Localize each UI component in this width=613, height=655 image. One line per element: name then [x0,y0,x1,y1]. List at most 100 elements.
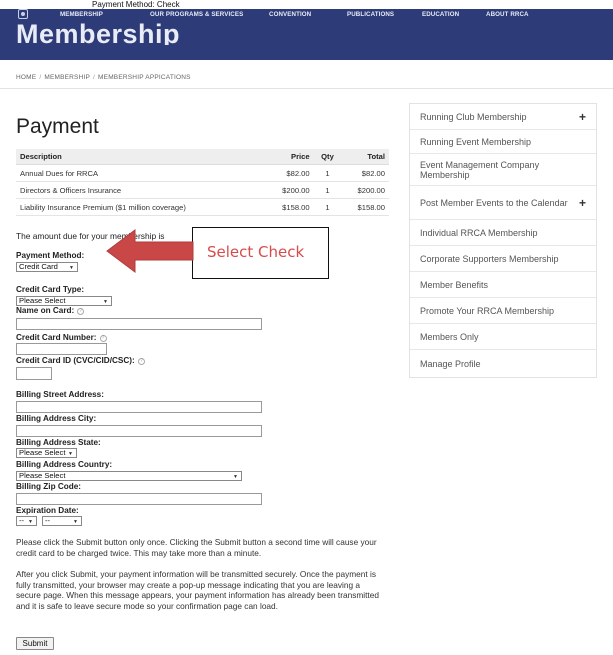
nav-about-rrca[interactable]: ABOUT RRCA [486,11,529,18]
card-id-label: Credit Card ID (CVC/CID/CSC):? [16,356,145,365]
chevron-down-icon: ▼ [103,299,108,305]
expiration-year-value: -- [45,516,51,525]
col-description: Description [16,149,266,165]
plus-icon[interactable]: + [579,110,586,124]
table-row: Directors & Officers Insurance $200.00 1… [16,181,389,199]
col-price: Price [266,149,314,165]
breadcrumb-current: MEMBERSHIP APPICATIONS [98,74,191,81]
billing-city-label: Billing Address City: [16,414,97,423]
card-number-text: Credit Card Number: [16,333,97,342]
payment-method-value: Credit Card [19,262,58,271]
table-header-row: Description Price Qty Total [16,149,389,165]
name-on-card-label: Name on Card:? [16,306,85,315]
sidebar-item-promote[interactable]: Promote Your RRCA Membership [410,298,596,324]
row-total: $158.00 [341,198,389,216]
main-nav: MEMBERSHIP OUR PROGRAMS & SERVICES CONVE… [0,9,613,21]
expiration-year-select[interactable]: -- ▼ [42,516,82,526]
banner-title: Membership [16,23,181,45]
row-description: Directors & Officers Insurance [16,181,266,199]
name-on-card-input[interactable] [16,318,262,330]
sidebar-item-label: Running Event Membership [420,136,532,147]
row-total: $82.00 [341,164,389,182]
card-id-text: Credit Card ID (CVC/CID/CSC): [16,356,135,365]
sidebar-item-individual[interactable]: Individual RRCA Membership [410,220,596,246]
billing-zip-input[interactable] [16,493,262,505]
chevron-down-icon: ▼ [233,474,238,480]
billing-state-select[interactable]: Please Select ▼ [16,448,77,458]
nav-convention[interactable]: CONVENTION [269,11,311,18]
sidebar-item-members-only[interactable]: Members Only [410,324,596,350]
breadcrumb-home[interactable]: HOME [16,74,36,81]
sidebar-item-member-benefits[interactable]: Member Benefits [410,272,596,298]
sidebar-item-label: Individual RRCA Membership [420,227,538,238]
chevron-down-icon: ▼ [68,451,73,457]
chevron-down-icon: ▼ [69,265,74,271]
payment-method-select[interactable]: Credit Card ▼ [16,262,78,272]
breadcrumb-membership[interactable]: MEMBERSHIP [44,74,90,81]
nav-education[interactable]: EDUCATION [422,11,459,18]
sidebar-item-label: Member Benefits [420,279,489,290]
row-qty: 1 [313,198,342,216]
sidebar-item-label: Corporate Supporters Membership [420,253,559,264]
row-qty: 1 [313,164,342,182]
nav-membership[interactable]: MEMBERSHIP [60,11,103,18]
submit-once-note: Please click the Submit button only once… [16,537,377,558]
plus-icon[interactable]: + [579,196,586,210]
breadcrumb-separator: / [39,74,42,81]
nav-programs-services[interactable]: OUR PROGRAMS & SERVICES [150,11,243,18]
membership-sidebar: Running Club Membership + Running Event … [409,103,597,378]
sidebar-item-label: Manage Profile [420,358,481,369]
table-row: Liability Insurance Premium ($1 million … [16,198,389,216]
expiration-date-label: Expiration Date: [16,506,79,515]
row-price: $200.00 [266,181,314,199]
submit-button[interactable]: Submit [16,637,54,650]
expiration-month-value: -- [19,516,25,525]
billing-city-input[interactable] [16,425,262,437]
billing-zip-label: Billing Zip Code: [16,482,82,491]
nav-publications[interactable]: PUBLICATIONS [347,11,394,18]
site-header: MEMBERSHIP OUR PROGRAMS & SERVICES CONVE… [0,9,613,60]
sidebar-item-label: Running Club Membership [420,111,527,122]
col-qty: Qty [313,149,342,165]
row-qty: 1 [313,181,342,199]
sidebar-item-label: Event Management Company Membership [420,159,540,180]
card-type-select[interactable]: Please Select ▼ [16,296,112,306]
sidebar-item-running-club[interactable]: Running Club Membership + [410,104,596,130]
sidebar-item-event-management[interactable]: Event Management Company Membership [410,154,596,186]
chevron-down-icon: ▼ [73,519,78,525]
billing-street-input[interactable] [16,401,262,413]
after-submit-note: After you click Submit, your payment inf… [16,569,379,611]
name-on-card-text: Name on Card: [16,306,75,315]
sidebar-item-label: Members Only [420,331,479,342]
row-price: $158.00 [266,198,314,216]
billing-country-value: Please Select [19,471,66,480]
sidebar-item-post-events[interactable]: Post Member Events to the Calendar + [410,186,596,220]
card-number-label: Credit Card Number:? [16,333,107,342]
col-total: Total [341,149,389,165]
billing-country-select[interactable]: Please Select ▼ [16,471,242,481]
sidebar-item-running-event[interactable]: Running Event Membership [410,130,596,154]
billing-country-label: Billing Address Country: [16,460,113,469]
breadcrumb-separator: / [93,74,96,81]
left-arrow-icon [106,229,194,273]
sidebar-item-label: Promote Your RRCA Membership [420,305,555,316]
card-type-value: Please Select [19,296,66,305]
annotation-callout: Select Check [192,227,329,279]
payment-items-table: Description Price Qty Total Annual Dues … [16,149,389,216]
card-id-input[interactable] [16,367,52,380]
sidebar-item-manage-profile[interactable]: Manage Profile [410,350,596,377]
help-icon[interactable]: ? [137,358,145,365]
chevron-down-icon: ▼ [28,519,33,525]
card-type-label: Credit Card Type: [16,285,85,294]
sidebar-item-label: Post Member Events to the Calendar [420,197,568,208]
card-number-input[interactable] [16,343,107,355]
row-description: Liability Insurance Premium ($1 million … [16,198,266,216]
screenshot-caption: Payment Method: Check [92,0,180,9]
sidebar-item-corporate[interactable]: Corporate Supporters Membership [410,246,596,272]
help-icon[interactable]: ? [99,335,107,342]
billing-state-label: Billing Address State: [16,438,101,447]
expiration-month-select[interactable]: -- ▼ [16,516,37,526]
payment-method-label: Payment Method: [16,251,85,260]
page-title: Payment [16,115,99,138]
help-icon[interactable]: ? [77,308,85,315]
